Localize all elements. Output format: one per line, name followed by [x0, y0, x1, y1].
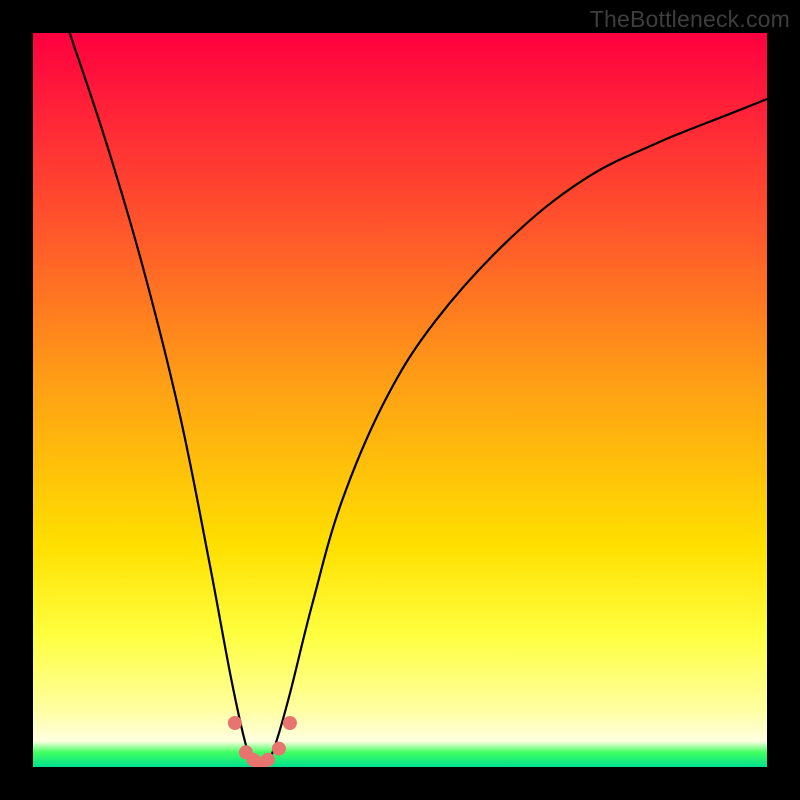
- watermark-text: TheBottleneck.com: [590, 6, 790, 33]
- min-marker: [228, 716, 242, 730]
- curve-svg: [33, 33, 767, 767]
- bottleneck-curve: [70, 33, 767, 763]
- min-markers: [228, 716, 297, 767]
- min-marker: [261, 753, 275, 767]
- min-marker: [283, 716, 297, 730]
- min-marker: [272, 742, 286, 756]
- plot-area: [33, 33, 767, 767]
- chart-frame: TheBottleneck.com: [0, 0, 800, 800]
